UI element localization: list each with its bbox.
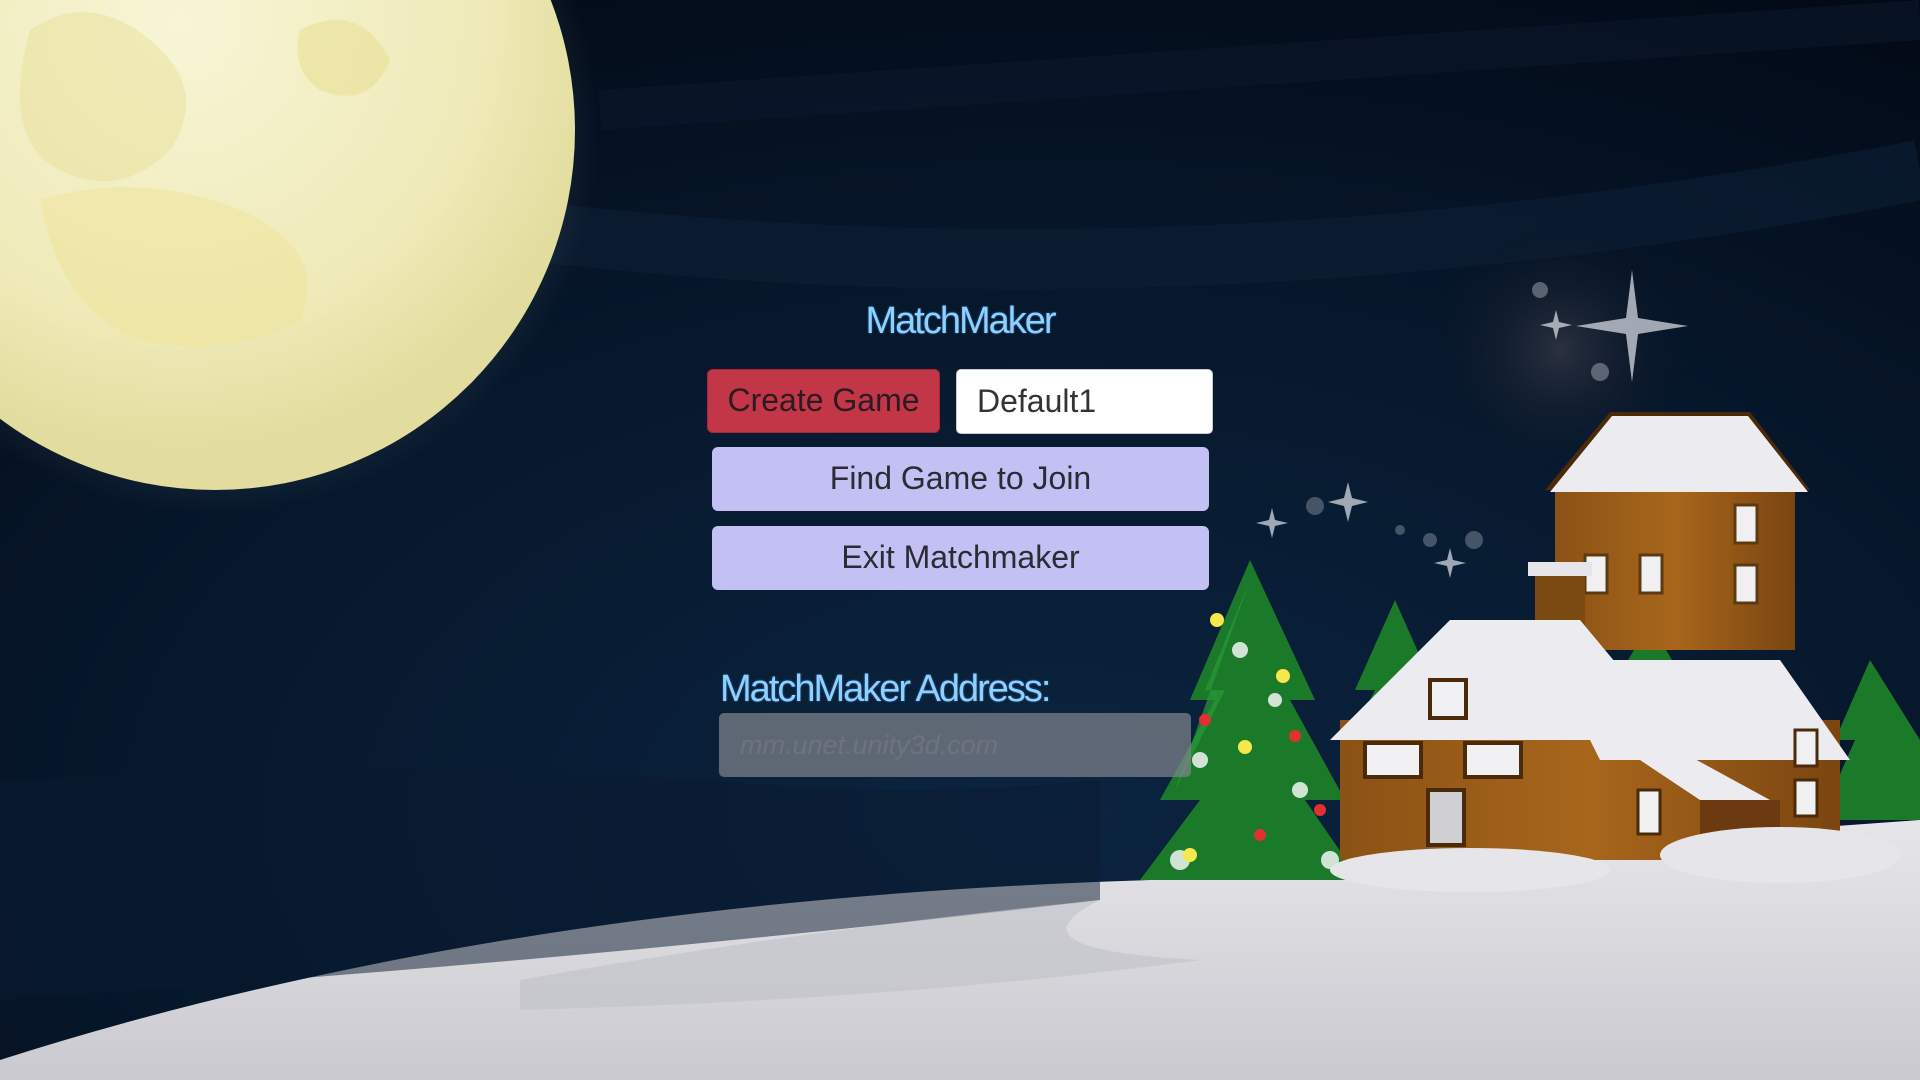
create-game-button[interactable]: Create Game <box>707 369 940 433</box>
matchmaker-title: MatchMaker <box>865 300 1056 342</box>
find-game-button[interactable]: Find Game to Join <box>712 447 1209 511</box>
exit-matchmaker-button[interactable]: Exit Matchmaker <box>712 526 1209 590</box>
matchmaker-address-input[interactable]: mm.unet.unity3d.com <box>719 713 1191 777</box>
matchmaker-address-label: MatchMaker Address: <box>720 668 1051 710</box>
room-name-input[interactable]: Default1 <box>956 369 1213 434</box>
